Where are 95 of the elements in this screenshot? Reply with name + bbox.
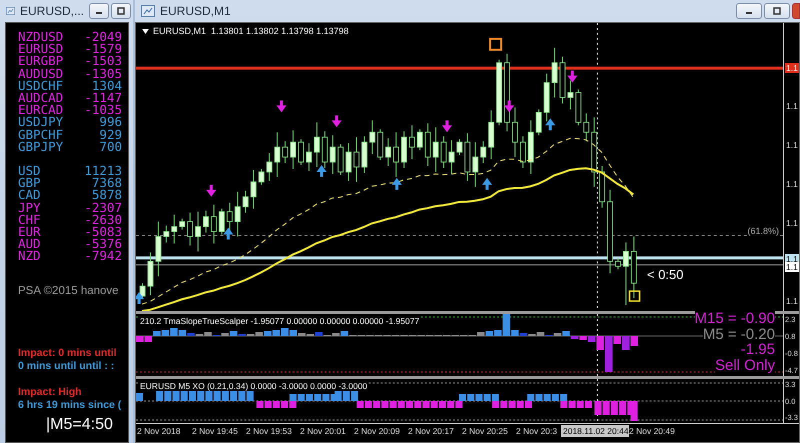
currency-value: -5083 — [84, 226, 122, 238]
pair-value: -1579 — [84, 43, 122, 56]
currency-value: 11213 — [84, 165, 122, 178]
currency-name: JPY — [18, 202, 41, 214]
currency-value: -7942 — [84, 250, 122, 263]
maximize-icon — [772, 6, 782, 16]
window-title: EURUSD,M1 — [160, 4, 231, 18]
timer-text: |M5=4:50 — [46, 416, 114, 434]
currency-name: EUR — [18, 226, 41, 238]
news-line: 6 hrs 19 mins since ( — [18, 398, 122, 412]
pair-name: USDCHF — [18, 80, 64, 92]
pair-value: 700 — [99, 140, 122, 154]
close-button[interactable] — [792, 3, 800, 19]
price-label: 1.1 — [785, 179, 799, 189]
price-label: 1.1 — [785, 101, 799, 111]
low-marker-square — [628, 290, 640, 302]
currency-name: USD — [18, 165, 41, 178]
currency-value: 7368 — [92, 177, 122, 190]
down-arrow-icon — [276, 100, 286, 112]
histogram-bar — [136, 393, 144, 401]
dropdown-triangle-icon[interactable] — [142, 28, 149, 34]
price-label: 1.1 — [785, 262, 799, 272]
up-arrow-icon — [482, 178, 492, 190]
crosshair-time-label: 2018.11.02 20:44 — [561, 424, 629, 436]
indicator-title: 210.2 TmaSlopeTrueScalper -1.95077 0.00000 0.00000 0.00000 -1.95077 — [140, 316, 420, 326]
pair-name: EURCAD — [18, 104, 64, 116]
time-label: 2 Nov 20:25 — [462, 424, 509, 436]
down-arrow-icon — [442, 120, 452, 132]
price-label: 1.1 — [785, 63, 799, 73]
indicator-title: EURUSD M5 XO (0.21,0.34) 0.0000 -3.0000 0.0000 -3.0000 — [140, 381, 368, 391]
currency-value: -2307 — [84, 202, 122, 214]
pair-name: GBPJPY — [18, 140, 64, 154]
chart-window-icon — [141, 5, 155, 17]
currency-name: NZD — [18, 250, 41, 263]
indicator-reading: Sell Only — [714, 358, 775, 373]
minimize-button[interactable] — [89, 3, 109, 19]
time-label: 2 Nov 19:45 — [192, 424, 239, 436]
up-arrow-icon — [136, 292, 144, 304]
currency-value: -2630 — [84, 214, 122, 226]
time-label: 2 Nov 20:49 — [629, 424, 676, 436]
down-arrow-icon — [206, 184, 216, 197]
pair-name: AUDCAD — [18, 92, 64, 104]
pair-name: AUDUSD — [18, 68, 64, 80]
news-line: 0 mins until until : : — [18, 360, 116, 373]
up-arrow-icon — [223, 228, 234, 240]
fibonacci-level-label: (61.8%) — [747, 226, 779, 236]
high-marker-square — [489, 38, 502, 51]
price-label: 1.1 — [785, 140, 799, 150]
symbol-header: EURUSD,M1 1.13801 1.13802 1.13798 1.13798 — [153, 26, 349, 36]
time-label: 2 Nov 2018 — [137, 424, 182, 436]
news-line: Impact: 0 mins until — [18, 346, 118, 360]
currency-value: -5376 — [84, 238, 122, 250]
currency-name: CAD — [18, 189, 41, 202]
maximize-button[interactable] — [111, 3, 131, 19]
pair-value: -1503 — [84, 55, 122, 68]
pair-value: 1304 — [92, 80, 122, 92]
pair-value: -1035 — [84, 104, 122, 116]
window-title: EURUSD,... — [20, 4, 84, 18]
up-arrow-icon — [545, 118, 556, 130]
pair-value: -1305 — [84, 68, 122, 80]
currency-value: 5878 — [92, 189, 122, 202]
time-label: 2 Nov 20:01 — [300, 424, 347, 436]
copyright-text: PSA ©2015 hanove — [18, 284, 120, 297]
currency-name: GBP — [18, 177, 41, 190]
pair-name: USDJPY — [18, 116, 64, 129]
pair-name: EURUSD — [18, 43, 64, 56]
pair-name: NZDUSD — [18, 31, 64, 44]
time-label: 2 Nov 20:09 — [354, 424, 401, 436]
up-arrow-icon — [392, 178, 402, 190]
indicator-reading: -1.95 — [740, 342, 775, 358]
price-label: 1.1 — [785, 218, 799, 228]
indicator-reading: M5 = -0.20 — [702, 326, 775, 342]
down-arrow-icon — [504, 100, 514, 112]
currency-name: CHF — [18, 214, 41, 226]
maximize-icon — [116, 6, 126, 16]
pair-value: -1147 — [84, 92, 122, 104]
down-arrow-icon — [567, 70, 578, 83]
candle-countdown: < 0:50 — [647, 267, 684, 282]
time-label: 2 Nov 20:17 — [408, 424, 455, 436]
pair-value: 929 — [99, 128, 122, 141]
news-line: Impact: High — [18, 386, 83, 399]
price-label: 1.1 — [785, 296, 799, 306]
pair-name: GBPCHF — [18, 128, 64, 141]
indicator-reading: M15 = -0.90 — [694, 311, 775, 326]
minimize-button[interactable] — [736, 3, 762, 19]
down-arrow-icon — [332, 115, 342, 128]
pair-value: -2049 — [84, 31, 122, 44]
pair-name: EURGBP — [18, 55, 64, 68]
up-arrow-icon — [316, 165, 327, 177]
pair-value: 996 — [99, 116, 122, 129]
maximize-button[interactable] — [764, 3, 790, 19]
currency-name: AUD — [18, 238, 41, 250]
chart-window-icon — [6, 5, 15, 17]
time-label: 2 Nov 20:3 — [516, 424, 558, 436]
time-label: 2 Nov 19:53 — [246, 424, 293, 436]
